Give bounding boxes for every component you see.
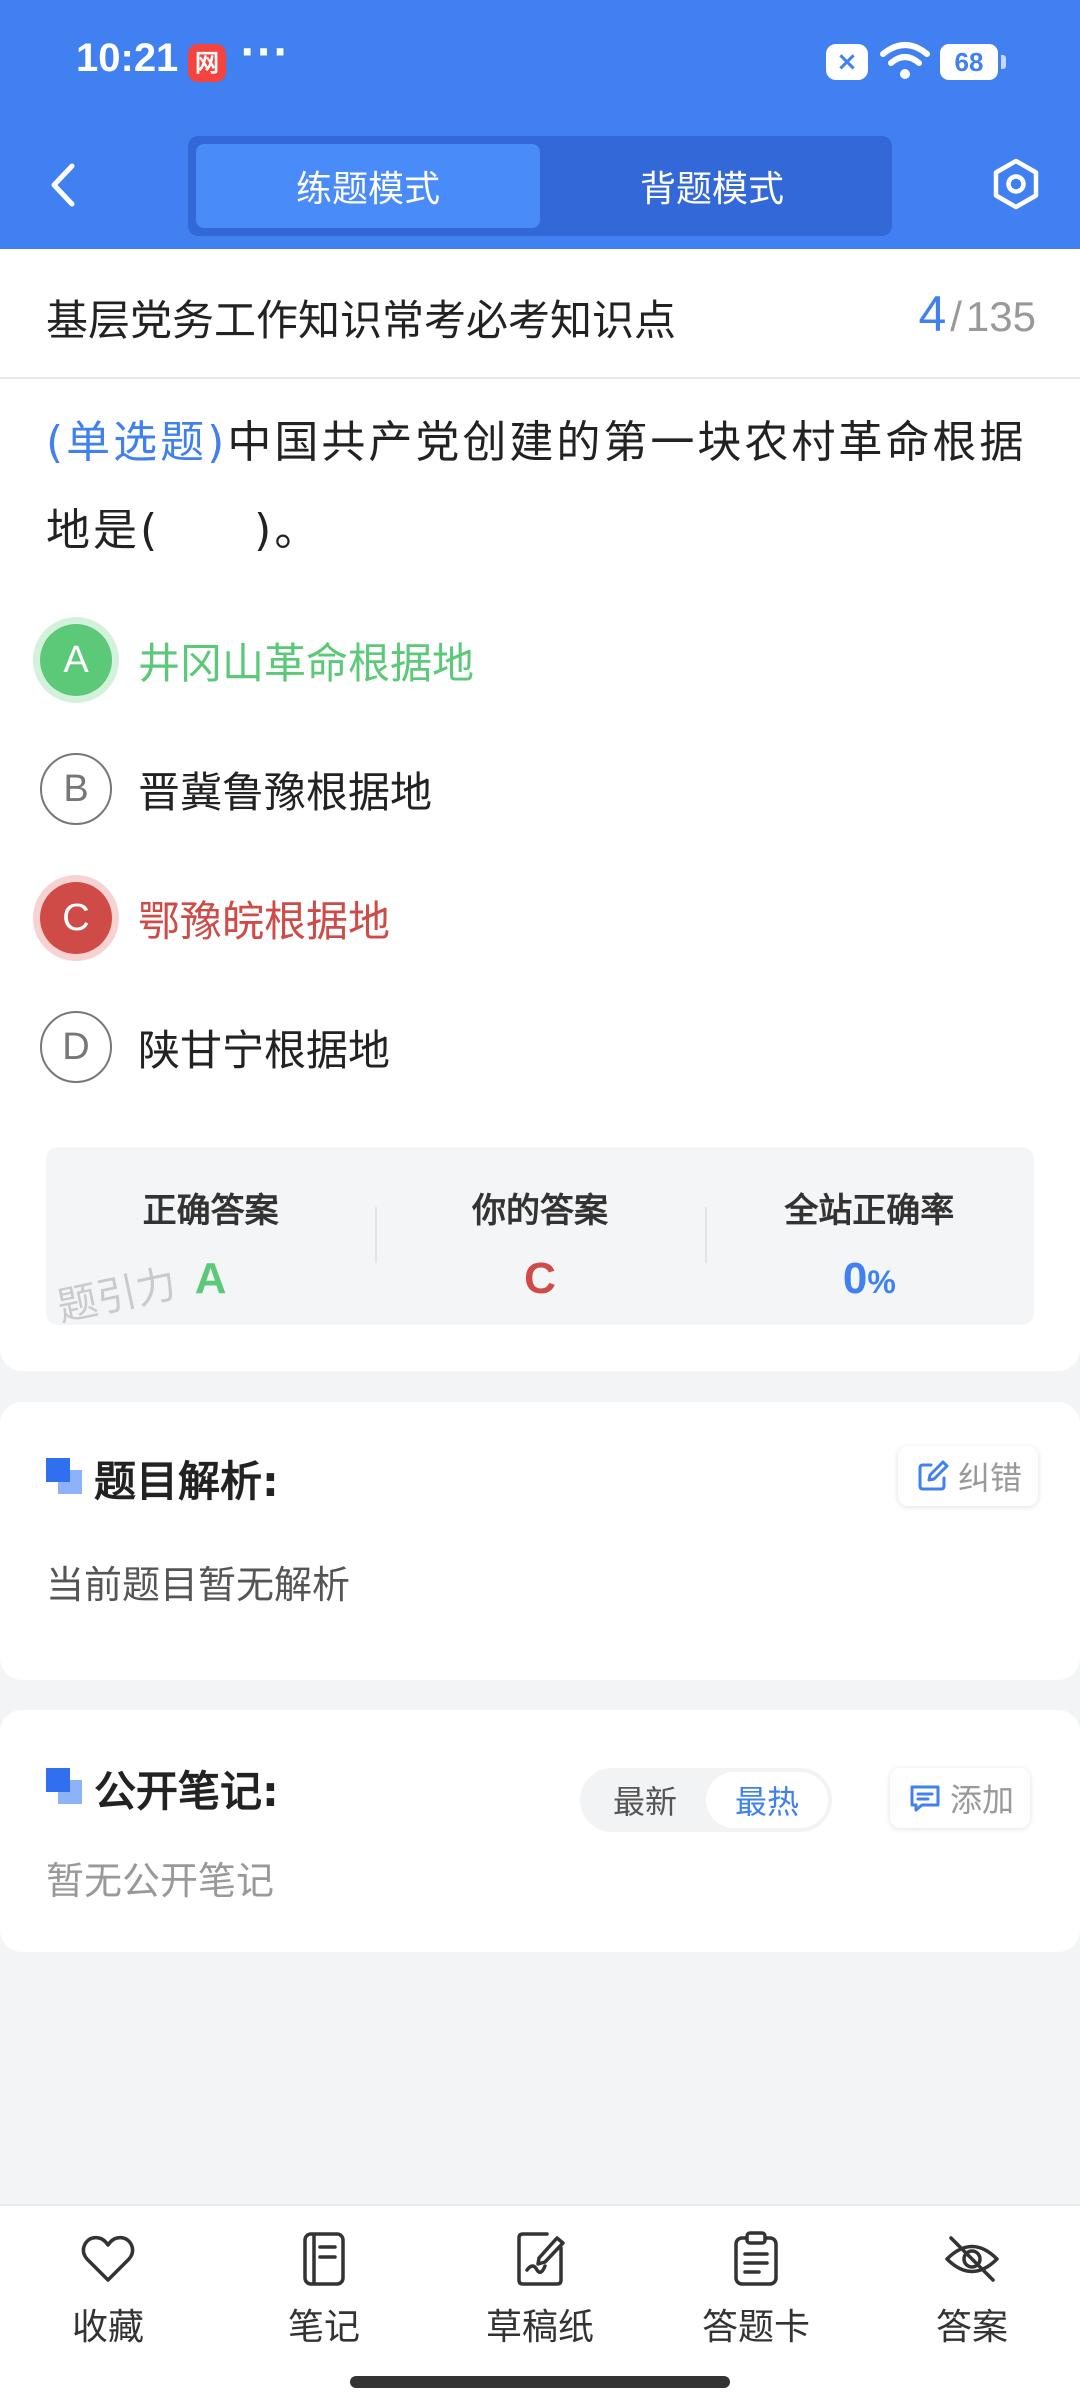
sort-hottest[interactable]: 最热	[706, 1772, 828, 1828]
option-c[interactable]: C 鄂豫皖根据地	[40, 873, 1000, 963]
bottom-toolbar: 收藏 笔记 草稿纸 答题卡 答案	[0, 2204, 1080, 2400]
battery-icon: 68	[940, 44, 1006, 80]
clipboard-icon	[734, 2231, 778, 2286]
notes-button[interactable]: 笔记	[224, 2230, 424, 2350]
option-text: 晋冀鲁豫根据地	[138, 767, 433, 817]
notes-empty-text: 暂无公开笔记	[46, 1859, 275, 1903]
heart-icon	[81, 2235, 135, 2282]
mode-switch: 练题模式 背题模式	[188, 136, 892, 236]
sort-latest[interactable]: 最新	[584, 1772, 706, 1828]
comment-icon	[910, 1785, 940, 1812]
home-indicator[interactable]	[350, 2376, 730, 2388]
option-letter: B	[40, 753, 112, 825]
option-text: 鄂豫皖根据地	[138, 896, 391, 946]
tab-memorize-mode[interactable]: 背题模式	[540, 144, 884, 228]
status-bar: 10:21 网 ··· × 68	[0, 0, 1080, 120]
scratch-paper-button[interactable]: 草稿纸	[440, 2230, 640, 2350]
option-letter: A	[40, 624, 112, 696]
accuracy-column: 全站正确率 0%	[704, 1147, 1034, 1325]
notes-label: 笔记	[287, 2307, 360, 2348]
current-question-number: 4	[918, 286, 947, 342]
accuracy-label: 全站正确率	[784, 1191, 955, 1231]
option-b[interactable]: B 晋冀鲁豫根据地	[40, 744, 1000, 834]
back-arrow-icon[interactable]	[44, 160, 80, 210]
report-error-label: 纠错	[958, 1459, 1023, 1497]
total-question-count: 135	[965, 293, 1036, 340]
tab-practice-mode[interactable]: 练题模式	[196, 144, 540, 228]
wifi-icon	[880, 42, 930, 79]
notes-title: 公开笔记:	[94, 1767, 279, 1816]
more-notifications-icon: ···	[240, 30, 290, 74]
practice-page: 10:21 网 ··· × 68 练题模式 背题模式 基层党务工作知识常考必考知…	[0, 0, 1080, 2400]
correct-answer-label: 正确答案	[142, 1191, 279, 1231]
option-d[interactable]: D 陕甘宁根据地	[40, 1002, 1000, 1092]
eye-off-icon	[945, 2236, 999, 2282]
status-time: 10:21	[76, 36, 179, 80]
report-error-button[interactable]: 纠错	[898, 1446, 1039, 1506]
answer-label: 答案	[935, 2307, 1008, 2348]
analysis-body: 当前题目暂无解析	[46, 1563, 351, 1607]
question-type: (单选题)	[46, 417, 228, 468]
option-letter: C	[40, 882, 112, 954]
your-answer-label: 你的答案	[471, 1191, 608, 1231]
answer-summary: 正确答案 A 题引力 你的答案 C 全站正确率 0%	[46, 1147, 1034, 1325]
your-answer-value: C	[524, 1254, 556, 1303]
question-stem: (单选题)中国共产党创建的第一块农村革命根据地是( )。	[46, 399, 1036, 575]
option-letter: D	[40, 1011, 112, 1083]
show-answer-button[interactable]: 答案	[872, 2230, 1072, 2350]
option-text: 井冈山革命根据地	[138, 638, 475, 688]
question-card: 基层党务工作知识常考必考知识点 4/135 (单选题)中国共产党创建的第一块农村…	[0, 249, 1080, 1371]
public-notes-card: 公开笔记: 最新 最热 添加 暂无公开笔记	[0, 1710, 1080, 1952]
answer-card-label: 答题卡	[701, 2307, 810, 2348]
app-notification-icon: 网	[188, 44, 226, 82]
top-header: 10:21 网 ··· × 68 练题模式 背题模式	[0, 0, 1080, 249]
question-bank-bar: 基层党务工作知识常考必考知识点 4/135	[0, 249, 1080, 379]
analysis-card: 题目解析: 纠错 当前题目暂无解析	[0, 1402, 1080, 1680]
accuracy-number: 0	[842, 1254, 868, 1303]
section-marker-icon	[46, 1768, 82, 1804]
notebook-icon	[303, 2232, 345, 2286]
edit-icon	[918, 1460, 949, 1491]
scratch-paper-icon	[517, 2232, 565, 2286]
favorite-label: 收藏	[71, 2307, 144, 2348]
section-marker-icon	[46, 1458, 82, 1494]
notes-sort-toggle: 最新 最热	[580, 1768, 832, 1832]
option-a[interactable]: A 井冈山革命根据地	[40, 615, 1000, 705]
favorite-button[interactable]: 收藏	[8, 2230, 208, 2350]
progress-separator: /	[950, 293, 962, 340]
add-note-label: 添加	[950, 1781, 1015, 1819]
option-text: 陕甘宁根据地	[138, 1025, 391, 1075]
accuracy-unit: %	[867, 1264, 896, 1300]
answer-card-button[interactable]: 答题卡	[656, 2230, 856, 2350]
add-note-button[interactable]: 添加	[890, 1768, 1031, 1828]
accuracy-value: 0%	[705, 1254, 1034, 1304]
settings-icon[interactable]	[990, 158, 1042, 210]
correct-answer-column: 正确答案 A 题引力	[46, 1147, 375, 1325]
question-progress: 4/135	[918, 285, 1036, 343]
close-badge-icon: ×	[826, 44, 868, 80]
analysis-title: 题目解析:	[94, 1457, 279, 1506]
question-bank-title: 基层党务工作知识常考必考知识点	[46, 296, 677, 345]
your-answer-column: 你的答案 C	[375, 1147, 704, 1325]
scratch-paper-label: 草稿纸	[485, 2307, 594, 2348]
